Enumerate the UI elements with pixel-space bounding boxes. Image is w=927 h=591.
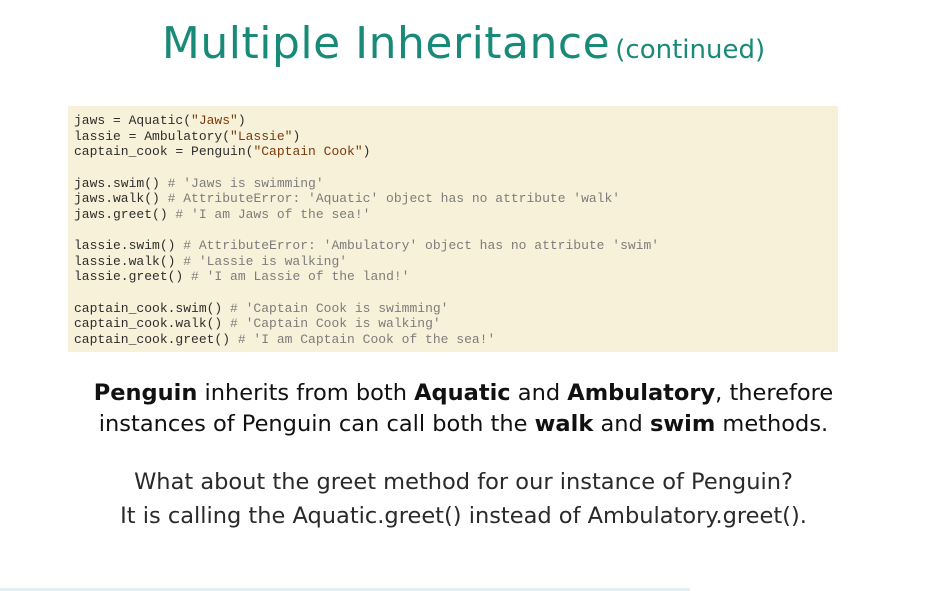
code-line: lassie.swim() # AttributeError: 'Ambulat… (74, 238, 838, 254)
question-line: What about the greet method for our inst… (134, 469, 793, 495)
code-comment: # 'I am Captain Cook of the sea!' (237, 331, 496, 347)
code-spacer (74, 222, 838, 238)
code-comment: # 'Lassie is walking' (183, 253, 348, 269)
explanation-text: instances of Penguin can call both the (98, 411, 535, 437)
question-paragraph: What about the greet method for our inst… (0, 465, 927, 533)
code-text: jaws.walk() (74, 191, 168, 206)
code-line: captain_cook.greet() # 'I am Captain Coo… (74, 332, 838, 348)
explanation-text: and (510, 380, 568, 406)
code-line: jaws = Aquatic("Jaws") (74, 113, 838, 129)
slide-title: Multiple Inheritance (continued) (0, 18, 927, 69)
code-line: lassie.greet() # 'I am Lassie of the lan… (74, 269, 838, 285)
explanation-text: inherits from both (197, 380, 415, 406)
keyword-walk: walk (534, 411, 594, 437)
code-text: captain_cook.walk() (74, 316, 231, 331)
explanation-line: Penguin inherits from both Aquatic and A… (0, 378, 927, 409)
code-comment: # 'Captain Cook is swimming' (230, 300, 449, 316)
code-text: jaws.greet() (74, 206, 176, 222)
answer-line: It is calling the Aquatic.greet() instea… (120, 503, 807, 529)
explanation-paragraph: Penguin inherits from both Aquatic and A… (0, 378, 927, 440)
code-comment: # 'I am Jaws of the sea!' (175, 206, 371, 222)
code-line: captain_cook = Penguin("Captain Cook") (74, 144, 838, 160)
code-string: "Lassie" (230, 128, 293, 144)
code-line: lassie.walk() # 'Lassie is walking' (74, 254, 838, 270)
code-comment: # 'Jaws is swimming' (167, 175, 324, 191)
code-comment: # AttributeError: 'Aquatic' object has n… (167, 191, 621, 206)
keyword-aquatic: Aquatic (414, 380, 511, 406)
code-line: jaws.greet() # 'I am Jaws of the sea!' (74, 207, 838, 223)
explanation-line: instances of Penguin can call both the w… (0, 409, 927, 440)
code-spacer (74, 160, 838, 176)
code-line: lassie = Ambulatory("Lassie") (74, 129, 838, 145)
code-text: lassie.greet() (74, 269, 192, 284)
explanation-text: , therefore (715, 380, 834, 406)
code-text: lassie.swim() (74, 238, 184, 253)
code-text: captain_cook.greet() (74, 331, 238, 347)
code-text: lassie = Ambulatory( (74, 128, 231, 144)
explanation-text: methods. (715, 411, 829, 437)
slide-title-subtitle: (continued) (615, 35, 766, 65)
code-line: captain_cook.swim() # 'Captain Cook is s… (74, 301, 838, 317)
code-text: ) (237, 113, 246, 128)
code-text: jaws.swim() (74, 175, 168, 191)
code-line: captain_cook.walk() # 'Captain Cook is w… (74, 316, 838, 332)
code-comment: # AttributeError: 'Ambulatory' object ha… (183, 238, 660, 253)
code-text: jaws = Aquatic( (74, 113, 192, 128)
code-text: captain_cook.swim() (74, 300, 231, 316)
code-text: lassie.walk() (74, 253, 184, 269)
code-line: jaws.swim() # 'Jaws is swimming' (74, 176, 838, 192)
explanation-text: and (593, 411, 650, 437)
slide-title-main: Multiple Inheritance (161, 18, 611, 69)
code-block: jaws = Aquatic("Jaws") lassie = Ambulato… (68, 106, 838, 352)
code-line: jaws.walk() # AttributeError: 'Aquatic' … (74, 191, 838, 207)
keyword-ambulatory: Ambulatory (567, 380, 716, 406)
keyword-swim: swim (649, 411, 716, 437)
code-text: ) (362, 144, 371, 159)
code-string: "Captain Cook" (253, 144, 363, 159)
code-string: "Jaws" (191, 113, 238, 128)
code-comment: # 'Captain Cook is walking' (230, 316, 441, 331)
code-comment: # 'I am Lassie of the land!' (191, 269, 410, 284)
code-text: captain_cook = Penguin( (74, 144, 254, 159)
code-text: ) (292, 128, 301, 144)
code-spacer (74, 285, 838, 301)
keyword-penguin: Penguin (93, 380, 198, 406)
